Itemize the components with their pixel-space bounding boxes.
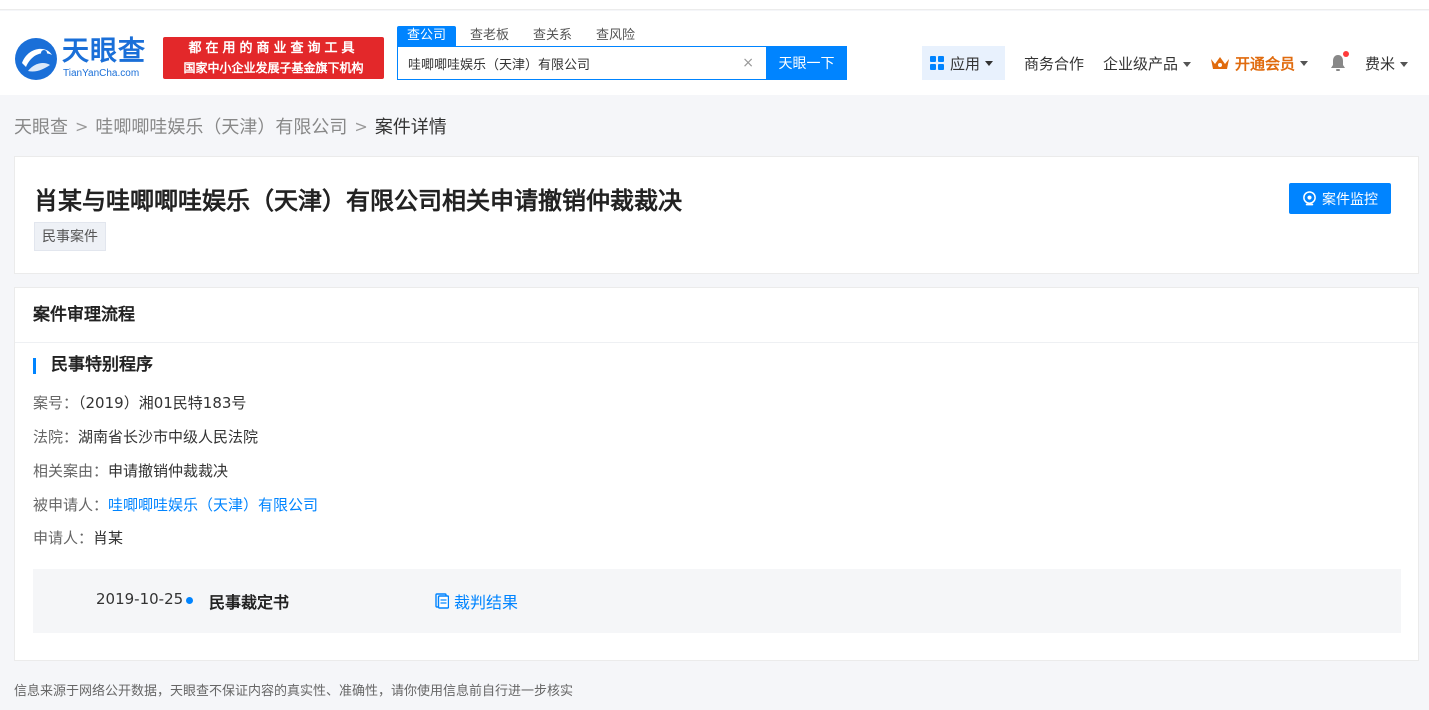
document-icon bbox=[435, 593, 449, 609]
respondent-link[interactable]: 哇唧唧哇娱乐（天津）有限公司 bbox=[108, 496, 318, 514]
nav-app-menu[interactable]: 应用 bbox=[922, 46, 1005, 80]
chevron-down-icon bbox=[1300, 60, 1309, 66]
bell-icon bbox=[1331, 55, 1346, 71]
notification-dot bbox=[1343, 51, 1350, 57]
timeline-dot bbox=[186, 597, 193, 604]
top-nav: 应用 商务合作 企业级产品 开通会员 费米 bbox=[922, 46, 1409, 80]
breadcrumb-home[interactable]: 天眼查 bbox=[14, 113, 68, 139]
breadcrumb-current: 案件详情 bbox=[374, 117, 447, 138]
tianyancha-logo-icon bbox=[15, 38, 57, 80]
judgment-result-link[interactable]: 裁判结果 bbox=[435, 589, 518, 613]
tab-search-risk[interactable]: 查风险 bbox=[586, 26, 645, 46]
tab-search-relation[interactable]: 查关系 bbox=[523, 26, 582, 46]
crown-icon bbox=[1211, 57, 1230, 69]
case-header-card: 肖某与哇唧唧哇娱乐（天津）有限公司相关申请撤销仲裁裁决 民事案件 案件监控 bbox=[14, 156, 1419, 274]
chevron-down-icon bbox=[1400, 61, 1409, 67]
court-label: 法院： bbox=[33, 428, 79, 446]
search-button[interactable]: 天眼一下 bbox=[766, 46, 847, 80]
case-monitor-button[interactable]: 案件监控 bbox=[1289, 183, 1391, 214]
clear-icon[interactable]: × bbox=[742, 55, 754, 71]
nav-enterprise[interactable]: 企业级产品 bbox=[1103, 53, 1192, 74]
case-number-label: 案号： bbox=[33, 394, 79, 412]
header: 天眼查 TianYanCha.com 都在用的商业查询工具 国家中小企业发展子基… bbox=[0, 11, 1429, 95]
nav-vip-label: 开通会员 bbox=[1235, 54, 1296, 73]
nav-business[interactable]: 商务合作 bbox=[1024, 53, 1084, 74]
timeline-date: 2019-10-25 bbox=[96, 590, 184, 608]
notification-bell[interactable] bbox=[1330, 51, 1350, 72]
applicant-label: 申请人： bbox=[33, 529, 94, 547]
slogan-line2: 国家中小企业发展子基金旗下机构 bbox=[183, 61, 364, 75]
tab-search-company[interactable]: 查公司 bbox=[397, 26, 457, 46]
chevron-down-icon bbox=[1183, 61, 1192, 67]
top-strip bbox=[0, 0, 1429, 10]
monitor-eye-icon bbox=[1303, 191, 1316, 206]
tab-search-boss[interactable]: 查老板 bbox=[460, 26, 519, 46]
court-row: 法院：湖南省长沙市中级人民法院 bbox=[33, 427, 258, 447]
case-title: 肖某与哇唧唧哇娱乐（天津）有限公司相关申请撤销仲裁裁决 bbox=[34, 187, 682, 215]
breadcrumb-company[interactable]: 哇唧唧哇娱乐（天津）有限公司 bbox=[95, 113, 347, 139]
search-box: × bbox=[397, 46, 767, 80]
timeline-document: 民事裁定书 bbox=[209, 593, 290, 612]
logo-text: 天眼查 bbox=[62, 36, 146, 67]
nav-user-label: 费米 bbox=[1365, 54, 1396, 73]
applicant-value: 肖某 bbox=[93, 529, 124, 547]
case-type-badge: 民事案件 bbox=[34, 222, 106, 251]
applicant-row: 申请人：肖某 bbox=[33, 528, 123, 548]
respondent-label: 被申请人： bbox=[33, 496, 109, 514]
apps-grid-icon bbox=[930, 56, 944, 70]
timeline-item: 2019-10-25 民事裁定书 裁判结果 bbox=[33, 569, 1401, 633]
court-value: 湖南省长沙市中级人民法院 bbox=[78, 428, 259, 446]
chevron-down-icon bbox=[985, 60, 994, 66]
case-monitor-label: 案件监控 bbox=[1322, 191, 1378, 208]
search-tabs: 查公司 查老板 查关系 查风险 bbox=[397, 26, 649, 46]
nav-vip[interactable]: 开通会员 bbox=[1210, 53, 1309, 74]
footer-disclaimer: 信息来源于网络公开数据，天眼查不保证内容的真实性、准确性，请你使用信息前自行进一… bbox=[14, 684, 574, 699]
nav-user[interactable]: 费米 bbox=[1365, 53, 1409, 74]
procedure-title: 民事特别程序 bbox=[33, 354, 153, 376]
judgment-result-label: 裁判结果 bbox=[454, 593, 519, 612]
breadcrumb: 天眼查 > 哇唧唧哇娱乐（天津）有限公司 > 案件详情 bbox=[14, 113, 447, 139]
cause-label: 相关案由： bbox=[33, 462, 109, 480]
logo[interactable]: 天眼查 TianYanCha.com bbox=[14, 37, 156, 81]
logo-domain: TianYanCha.com bbox=[63, 68, 140, 79]
respondent-row: 被申请人：哇唧唧哇娱乐（天津）有限公司 bbox=[33, 495, 318, 515]
case-number-row: 案号：（2019）湘01民特183号 bbox=[33, 393, 246, 413]
nav-enterprise-label: 企业级产品 bbox=[1103, 54, 1179, 73]
breadcrumb-separator: > bbox=[354, 116, 368, 136]
case-number-value: （2019）湘01民特183号 bbox=[78, 394, 247, 412]
slogan-banner: 都在用的商业查询工具 国家中小企业发展子基金旗下机构 bbox=[163, 37, 384, 79]
search-input[interactable] bbox=[398, 47, 728, 79]
slogan-line1: 都在用的商业查询工具 bbox=[188, 41, 359, 56]
cause-value: 申请撤销仲裁裁决 bbox=[108, 462, 229, 480]
nav-app-label: 应用 bbox=[950, 54, 981, 73]
case-process-card: 案件审理流程 民事特别程序 案号：（2019）湘01民特183号 法院：湖南省长… bbox=[14, 287, 1419, 661]
breadcrumb-separator: > bbox=[75, 116, 89, 136]
section-title: 案件审理流程 bbox=[15, 288, 1418, 343]
cause-row: 相关案由：申请撤销仲裁裁决 bbox=[33, 461, 228, 481]
